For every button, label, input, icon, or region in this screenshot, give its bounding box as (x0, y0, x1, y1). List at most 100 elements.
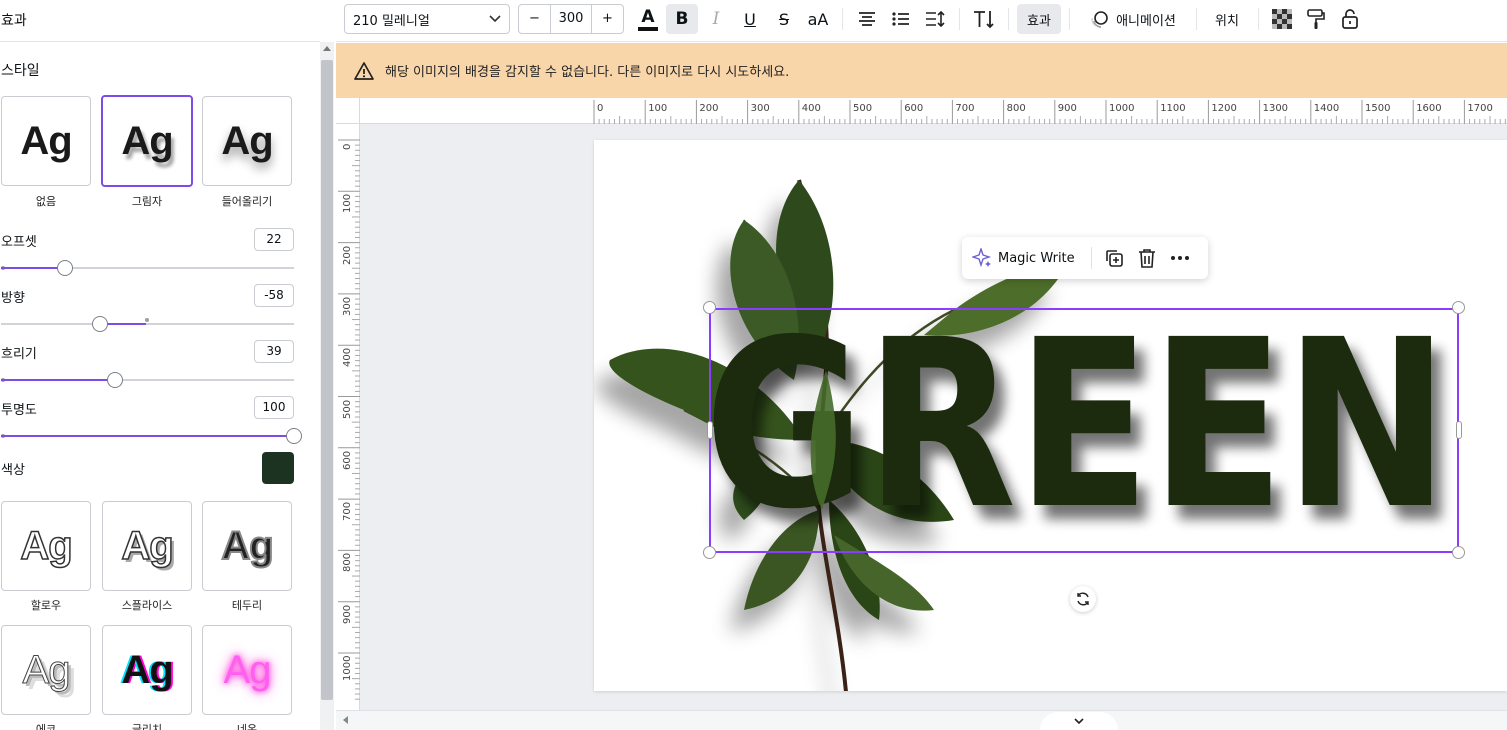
effect-glitch-label: 글리치 (131, 723, 163, 730)
font-size-input[interactable]: 300 (551, 5, 591, 33)
effect-splice-tile[interactable]: Ag (102, 501, 192, 591)
resize-handle-right[interactable] (1456, 421, 1462, 439)
effect-sample: Ag (22, 647, 71, 692)
offset-slider[interactable] (1, 260, 294, 276)
letter-case-button[interactable]: aA (802, 4, 834, 34)
trash-icon[interactable] (1138, 248, 1156, 268)
font-size-stepper[interactable]: − 300 + (518, 4, 624, 34)
checkerboard-icon (1272, 9, 1292, 29)
style-shadow-tile[interactable]: Ag (101, 95, 193, 187)
animate-button[interactable]: 애니메이션 (1078, 4, 1188, 34)
effect-neon-tile[interactable]: Ag (202, 625, 292, 715)
text-color-button[interactable]: A (632, 4, 664, 34)
direction-slider-knob[interactable] (92, 316, 108, 332)
transparency-slider[interactable] (1, 428, 302, 444)
blur-slider[interactable] (1, 372, 294, 388)
copy-style-button[interactable] (1300, 4, 1332, 34)
resize-handle-top-left[interactable] (703, 301, 716, 314)
underline-button[interactable]: U (734, 4, 766, 34)
magic-write-button[interactable]: Magic Write (998, 251, 1075, 266)
direction-input[interactable]: -58 (254, 284, 294, 307)
toolbar-divider (1258, 8, 1259, 30)
top-ruler-label: 1500 (1365, 103, 1391, 114)
top-ruler-label: 700 (955, 103, 975, 114)
rotate-button[interactable] (1070, 586, 1096, 612)
effect-sample: Ag (121, 647, 173, 692)
top-ruler-label: 1000 (1109, 103, 1135, 114)
style-sample: Ag (121, 118, 173, 163)
resize-handle-bottom-right[interactable] (1452, 546, 1465, 559)
resize-handle-left[interactable] (707, 421, 713, 439)
resize-handle-bottom-left[interactable] (703, 546, 716, 559)
transparency-button[interactable] (1266, 4, 1298, 34)
style-sample: Ag (221, 118, 273, 163)
bold-button[interactable]: B (666, 4, 698, 34)
font-size-increase-button[interactable]: + (591, 5, 623, 33)
duplicate-icon[interactable] (1104, 248, 1124, 268)
list-button[interactable] (885, 4, 917, 34)
spacing-button[interactable] (919, 4, 951, 34)
scroll-up-arrow-icon[interactable] (323, 46, 331, 51)
lock-button[interactable] (1334, 4, 1366, 34)
effect-outline-tile[interactable]: Ag (202, 501, 292, 591)
toolbar-divider (1196, 8, 1197, 30)
align-center-icon (859, 12, 875, 26)
effect-echo-label: 에코 (35, 723, 57, 730)
blur-slider-knob[interactable] (107, 372, 123, 388)
warning-banner: 해당 이미지의 배경을 감지할 수 없습니다. 다른 이미지로 다시 시도하세요… (336, 43, 1507, 98)
top-ruler-label: 100 (648, 103, 668, 114)
left-ruler-label: 100 (342, 194, 353, 214)
top-ruler[interactable]: 0 100 200 300 400 500 600 700 800 900 1000 1100 1200… (360, 98, 1507, 124)
left-ruler[interactable]: 0 100 200 300 400 500 600 700 800 900 1000 (336, 124, 360, 710)
offset-slider-knob[interactable] (57, 260, 73, 276)
font-family-value: 210 밀레니얼 (353, 13, 430, 29)
panel-scrollbar[interactable] (320, 42, 334, 730)
left-ruler-label: 700 (342, 502, 353, 522)
effects-button[interactable]: 효과 (1017, 4, 1061, 34)
toolbar-divider (1069, 8, 1070, 30)
top-ruler-label: 500 (853, 103, 873, 114)
horizontal-scrollbar[interactable] (336, 710, 1507, 730)
style-none-tile[interactable]: Ag (1, 96, 91, 186)
blur-slider-fill (1, 379, 115, 381)
left-ruler-label: 200 (342, 245, 353, 265)
italic-button[interactable]: I (700, 4, 732, 34)
left-ruler-label: 0 (342, 143, 353, 150)
panel-scroll-thumb[interactable] (321, 60, 333, 700)
effect-hollow-tile[interactable]: Ag (1, 501, 91, 591)
style-lift-tile[interactable]: Ag (202, 96, 292, 186)
strikethrough-button[interactable]: S (768, 4, 800, 34)
left-ruler-label: 1000 (342, 655, 353, 681)
effects-panel: 효과 스타일 Ag 없음 Ag 그림자 Ag 들어올리기 오프셋 22 방향 -… (0, 0, 320, 730)
slider-center-dot (145, 318, 149, 322)
align-button[interactable] (851, 4, 883, 34)
top-ruler-label: 600 (904, 103, 924, 114)
scroll-left-arrow-icon[interactable] (342, 716, 350, 724)
more-options-icon[interactable] (1170, 255, 1190, 261)
vertical-text-button[interactable] (968, 4, 1000, 34)
font-family-dropdown[interactable]: 210 밀레니얼 (344, 4, 510, 34)
style-lift-label: 들어올리기 (221, 195, 273, 208)
transparency-slider-knob[interactable] (286, 428, 302, 444)
offset-input[interactable]: 22 (254, 228, 294, 251)
effect-glitch-tile[interactable]: Ag (102, 625, 192, 715)
resize-handle-top-right[interactable] (1452, 301, 1465, 314)
text-color-letter: A (641, 6, 655, 27)
font-size-decrease-button[interactable]: − (519, 5, 551, 33)
direction-slider[interactable] (1, 316, 294, 332)
top-ruler-label: 300 (750, 103, 770, 114)
shadow-color-swatch[interactable] (262, 452, 294, 484)
toolbar-divider (1008, 8, 1009, 30)
effect-sample: Ag (223, 647, 272, 692)
effect-sample: Ag (121, 523, 175, 569)
left-ruler-label: 900 (342, 604, 353, 624)
position-button[interactable]: 위치 (1204, 4, 1250, 34)
show-pages-tab[interactable] (1040, 712, 1118, 730)
offset-slider-fill (1, 267, 65, 269)
effect-echo-tile[interactable]: Ag (1, 625, 91, 715)
text-selection-box[interactable] (709, 308, 1459, 553)
transparency-input[interactable]: 100 (254, 396, 294, 419)
blur-input[interactable]: 39 (254, 340, 294, 363)
color-label: 색상 (1, 463, 25, 478)
top-ruler-label: 800 (1006, 103, 1026, 114)
